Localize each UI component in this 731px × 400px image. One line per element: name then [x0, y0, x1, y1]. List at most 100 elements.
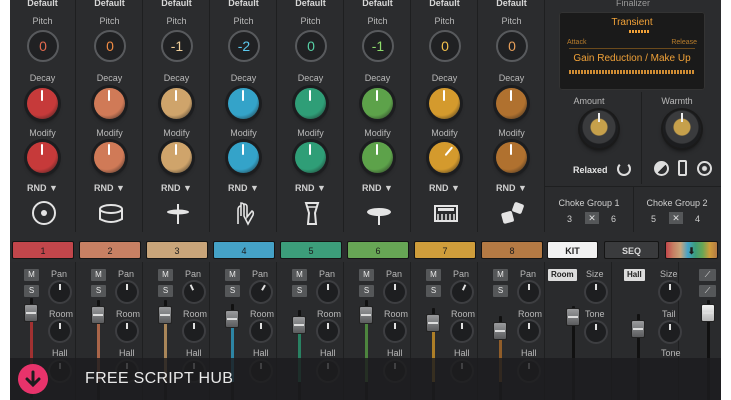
stereo-toggle-icon[interactable]: ⟋ — [699, 285, 716, 297]
preset-name[interactable]: Default — [278, 0, 343, 8]
decay-knob[interactable] — [295, 88, 326, 119]
choke-group-2-right[interactable]: 4 — [695, 214, 700, 224]
tab-pad-3[interactable]: 3 — [146, 241, 208, 259]
pitch-control[interactable]: -1 — [362, 30, 394, 62]
solo-button[interactable]: S — [493, 285, 508, 297]
synth-keyboard-icon[interactable] — [433, 200, 459, 226]
pan-knob[interactable] — [247, 278, 275, 306]
room-send-knob[interactable] — [117, 321, 137, 341]
channel-fader[interactable] — [359, 306, 373, 324]
preset-name[interactable]: Default — [479, 0, 544, 8]
clap-hands-icon[interactable] — [232, 200, 258, 226]
mute-button[interactable]: M — [158, 269, 173, 281]
room-size-knob[interactable] — [586, 282, 606, 302]
modify-knob[interactable] — [27, 142, 58, 173]
randomize-button[interactable]: RND ▼ — [412, 183, 477, 193]
room-fx-button[interactable]: Room — [548, 269, 577, 281]
room-fader[interactable] — [566, 308, 580, 326]
channel-fader[interactable] — [225, 310, 239, 328]
mute-button[interactable]: M — [24, 269, 39, 281]
randomize-button[interactable]: RND ▼ — [77, 183, 142, 193]
hall-size-knob[interactable] — [660, 282, 680, 302]
mute-button[interactable]: M — [91, 269, 106, 281]
decay-knob[interactable] — [27, 88, 58, 119]
dice-icon[interactable] — [500, 200, 526, 226]
pitch-control[interactable]: 0 — [429, 30, 461, 62]
room-send-knob[interactable] — [452, 321, 472, 341]
randomize-button[interactable]: RND ▼ — [278, 183, 343, 193]
saturation-mode-icon[interactable] — [654, 161, 669, 176]
master-fader[interactable] — [701, 304, 715, 322]
channel-fader[interactable] — [91, 306, 105, 324]
power-icon[interactable] — [617, 162, 631, 176]
decay-knob[interactable] — [94, 88, 125, 119]
preset-name[interactable]: Default — [412, 0, 477, 8]
pan-knob[interactable] — [117, 282, 137, 302]
tab-pad-4[interactable]: 4 — [213, 241, 275, 259]
room-send-knob[interactable] — [385, 321, 405, 341]
pan-knob[interactable] — [385, 282, 405, 302]
mute-button[interactable]: M — [426, 269, 441, 281]
room-send-knob[interactable] — [184, 321, 204, 341]
room-tone-knob[interactable] — [586, 322, 606, 342]
pitch-control[interactable]: 0 — [94, 30, 126, 62]
hall-tail-knob[interactable] — [660, 322, 680, 342]
choke-group-2-left[interactable]: 5 — [651, 214, 656, 224]
solo-button[interactable]: S — [292, 285, 307, 297]
preset-name[interactable]: Default — [144, 0, 209, 8]
room-send-knob[interactable] — [50, 321, 70, 341]
pitch-control[interactable]: 0 — [27, 30, 59, 62]
channel-fader[interactable] — [493, 322, 507, 340]
decay-knob[interactable] — [429, 88, 460, 119]
room-send-knob[interactable] — [251, 321, 271, 341]
pan-knob[interactable] — [519, 282, 539, 302]
choke-group-1-right[interactable]: 6 — [611, 214, 616, 224]
hall-fx-button[interactable]: Hall — [624, 269, 645, 281]
pitch-control[interactable]: 0 — [496, 30, 528, 62]
randomize-button[interactable]: RND ▼ — [144, 183, 209, 193]
pitch-control[interactable]: -1 — [161, 30, 193, 62]
channel-fader[interactable] — [292, 316, 306, 334]
modify-knob[interactable] — [228, 142, 259, 173]
solo-button[interactable]: S — [158, 285, 173, 297]
tab-pad-1[interactable]: 1 — [12, 241, 74, 259]
pan-knob[interactable] — [180, 278, 208, 306]
channel-fader[interactable] — [24, 304, 38, 322]
tab-pad-2[interactable]: 2 — [79, 241, 141, 259]
mono-toggle-icon[interactable]: ⟋ — [699, 269, 716, 281]
solo-button[interactable]: S — [24, 285, 39, 297]
modify-knob[interactable] — [429, 142, 460, 173]
tube-mode-icon[interactable] — [678, 160, 687, 176]
room-send-knob[interactable] — [318, 321, 338, 341]
mute-button[interactable]: M — [493, 269, 508, 281]
modify-knob[interactable] — [295, 142, 326, 173]
tab-pad-7[interactable]: 7 — [414, 241, 476, 259]
solo-button[interactable]: S — [225, 285, 240, 297]
tab-pad-8[interactable]: 8 — [481, 241, 543, 259]
kick-drum-icon[interactable] — [31, 200, 57, 226]
modify-knob[interactable] — [496, 142, 527, 173]
snare-drum-icon[interactable] — [98, 200, 124, 226]
randomize-button[interactable]: RND ▼ — [345, 183, 410, 193]
decay-knob[interactable] — [161, 88, 192, 119]
amount-knob[interactable] — [580, 110, 618, 148]
tab-kit[interactable]: KIT — [547, 241, 598, 259]
modify-knob[interactable] — [362, 142, 393, 173]
tab-pad-5[interactable]: 5 — [280, 241, 342, 259]
pan-knob[interactable] — [318, 282, 338, 302]
preset-name[interactable]: Default — [77, 0, 142, 8]
export-arrow-button[interactable]: ⬇ — [665, 241, 718, 259]
room-send-knob[interactable] — [519, 321, 539, 341]
modify-knob[interactable] — [161, 142, 192, 173]
choke-link-icon[interactable]: ✕ — [585, 212, 599, 224]
decay-knob[interactable] — [496, 88, 527, 119]
mute-button[interactable]: M — [225, 269, 240, 281]
preset-name[interactable]: Default — [10, 0, 75, 8]
preset-name[interactable]: Default — [345, 0, 410, 8]
preset-name[interactable]: Default — [211, 0, 276, 8]
pitch-control[interactable]: -2 — [228, 30, 260, 62]
solo-button[interactable]: S — [91, 285, 106, 297]
randomize-button[interactable]: RND ▼ — [211, 183, 276, 193]
tab-pad-6[interactable]: 6 — [347, 241, 409, 259]
randomize-button[interactable]: RND ▼ — [10, 183, 75, 193]
